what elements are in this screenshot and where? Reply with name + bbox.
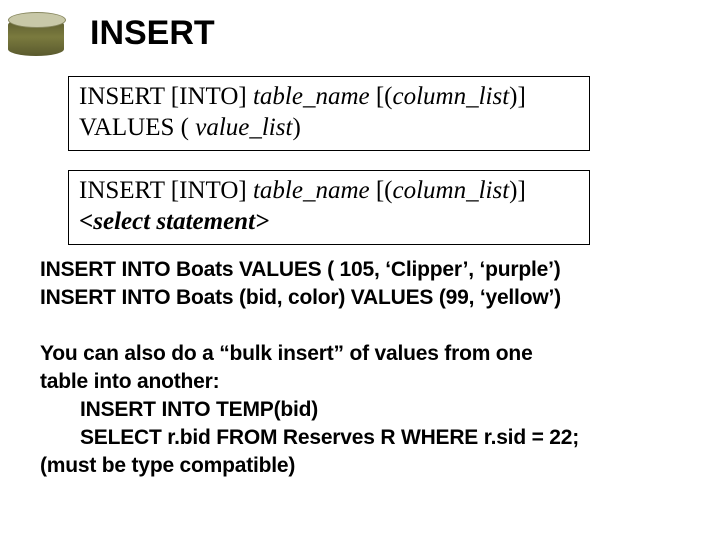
syntax1-p2: [( [370,83,393,110]
syntax-box-values: INSERT [INTO] table_name [(column_list)]… [68,76,590,151]
bulk-line-1: You can also do a “bulk insert” of value… [40,340,533,367]
bulk-line-4: SELECT r.bid FROM Reserves R WHERE r.sid… [80,424,579,451]
syntax1-table: table_name [253,83,370,110]
syntax2-p2: [( [370,177,393,204]
bulk-line-5: (must be type compatible) [40,452,295,479]
syntax2-p3: )] [509,177,526,204]
syntax1-p3: )] [509,83,526,110]
syntax2-cols: column_list [393,177,510,204]
syntax2-table: table_name [253,177,370,204]
example-2: INSERT INTO Boats (bid, color) VALUES (9… [40,284,561,311]
syntax1-cols: column_list [393,83,510,110]
syntax2-kw1: INSERT [INTO] [79,177,253,204]
example-1: INSERT INTO Boats VALUES ( 105, ‘Clipper… [40,256,561,283]
database-icon [8,8,68,58]
syntax1-values-kw: VALUES ( [79,114,195,141]
bulk-line-3: INSERT INTO TEMP(bid) [80,396,318,423]
syntax1-close: ) [292,114,300,141]
syntax1-valuelist: value_list [195,114,292,141]
slide-title: INSERT [90,14,215,53]
bulk-line-2: table into another: [40,368,219,395]
syntax-box-select: INSERT [INTO] table_name [(column_list)]… [68,170,590,245]
syntax1-kw1: INSERT [INTO] [79,83,253,110]
syntax2-select: <select statement> [79,208,269,235]
